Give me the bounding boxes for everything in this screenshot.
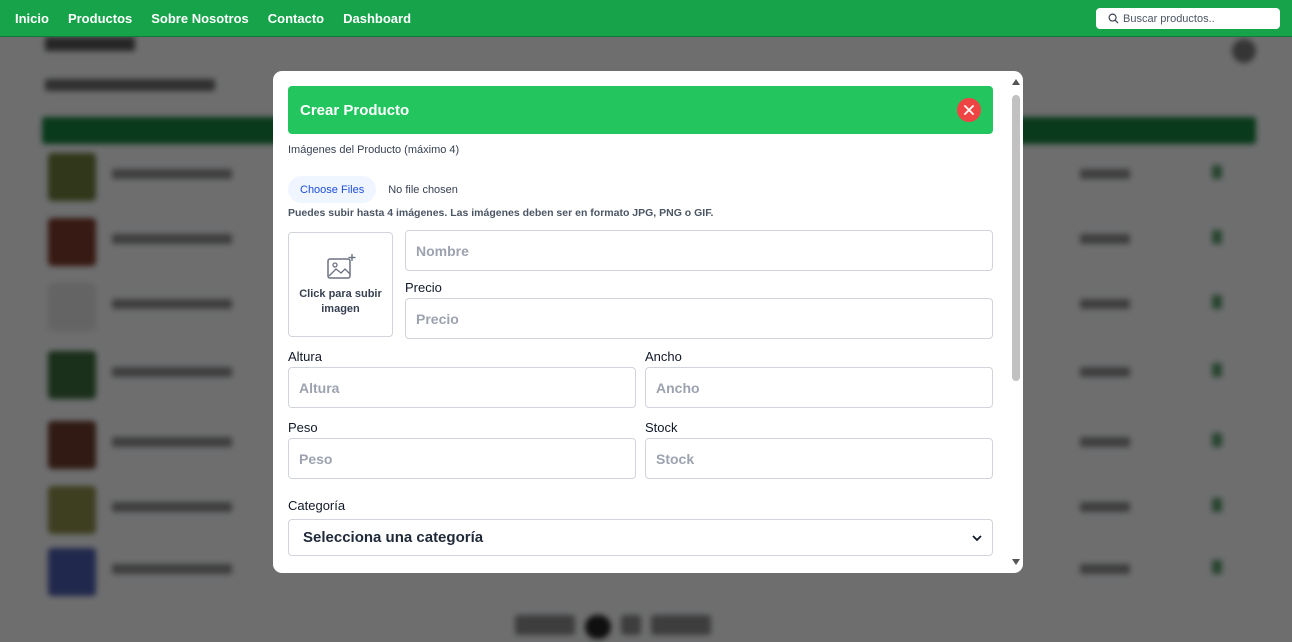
modal-header: Crear Producto <box>288 86 993 134</box>
scroll-down-arrow[interactable] <box>1011 557 1021 567</box>
altura-label: Altura <box>288 349 322 364</box>
peso-input[interactable] <box>288 438 636 479</box>
nav-links: Inicio Productos Sobre Nosotros Contacto… <box>15 11 411 26</box>
modal-title: Crear Producto <box>300 101 410 119</box>
nombre-input[interactable] <box>405 230 993 271</box>
categoria-label: Categoría <box>288 498 346 513</box>
categoria-field-group: Categoría Selecciona una categoría <box>288 498 993 556</box>
search-icon <box>1108 13 1119 24</box>
chevron-down-icon <box>972 534 982 541</box>
modal-scrollbar[interactable] <box>1009 75 1023 569</box>
nav-link-sobre-nosotros[interactable]: Sobre Nosotros <box>151 11 249 26</box>
scroll-up-arrow[interactable] <box>1011 77 1021 87</box>
create-product-modal: Crear Producto Imágenes del Producto (má… <box>273 71 1023 573</box>
nombre-field-group <box>405 230 993 271</box>
precio-input[interactable] <box>405 298 993 339</box>
top-navbar: Inicio Productos Sobre Nosotros Contacto… <box>0 0 1292 37</box>
file-status: No file chosen <box>388 183 458 196</box>
nav-link-dashboard[interactable]: Dashboard <box>343 11 411 26</box>
peso-stock-row: Peso Stock <box>288 420 993 479</box>
search-input[interactable] <box>1123 12 1273 25</box>
upload-text: Click para subir imagen <box>299 287 382 315</box>
peso-field-group: Peso <box>288 420 636 479</box>
altura-field-group: Altura <box>288 349 636 408</box>
close-icon <box>964 105 974 115</box>
precio-label: Precio <box>405 280 442 295</box>
image-upload-box[interactable]: Click para subir imagen <box>288 232 393 337</box>
categoria-select[interactable]: Selecciona una categoría <box>288 519 993 556</box>
stock-field-group: Stock <box>645 420 993 479</box>
nav-link-inicio[interactable]: Inicio <box>15 11 49 26</box>
images-label: Imágenes del Producto (máximo 4) <box>288 144 460 156</box>
stock-input[interactable] <box>645 438 993 479</box>
nav-link-productos[interactable]: Productos <box>68 11 132 26</box>
precio-field-group: Precio <box>405 280 993 339</box>
choose-files-button[interactable]: Choose Files <box>288 176 377 203</box>
stock-label: Stock <box>645 420 678 435</box>
image-name-price-row: Click para subir imagen Precio <box>288 230 993 342</box>
ancho-field-group: Ancho <box>645 349 993 408</box>
altura-ancho-row: Altura Ancho <box>288 349 993 408</box>
altura-input[interactable] <box>288 367 636 408</box>
ancho-label: Ancho <box>645 349 682 364</box>
search-box[interactable] <box>1096 8 1280 29</box>
close-button[interactable] <box>957 98 981 122</box>
image-add-icon <box>326 253 355 279</box>
categoria-selected-value: Selecciona una categoría <box>303 529 484 546</box>
nav-link-contacto[interactable]: Contacto <box>268 11 324 26</box>
modal-content: Crear Producto Imágenes del Producto (má… <box>288 86 993 573</box>
file-input: Choose Files No file chosen <box>288 176 993 203</box>
peso-label: Peso <box>288 420 318 435</box>
ancho-input[interactable] <box>645 367 993 408</box>
upload-help-text: Puedes subir hasta 4 imágenes. Las imáge… <box>288 207 714 219</box>
scrollbar-thumb[interactable] <box>1012 95 1020 381</box>
